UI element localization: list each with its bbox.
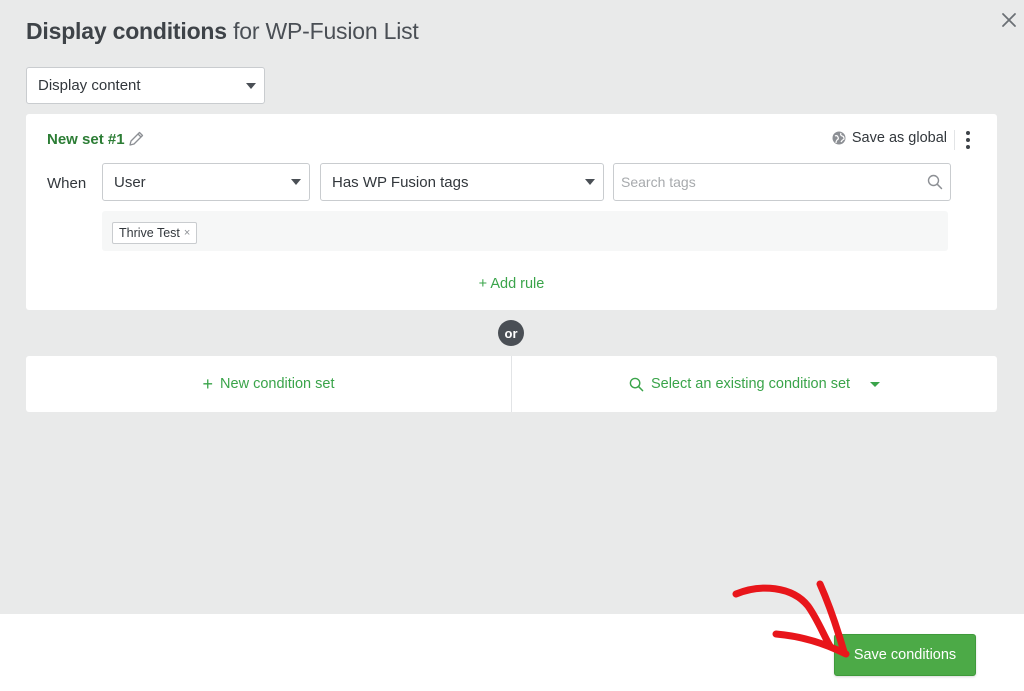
red-arrow-annotation [732,580,850,658]
